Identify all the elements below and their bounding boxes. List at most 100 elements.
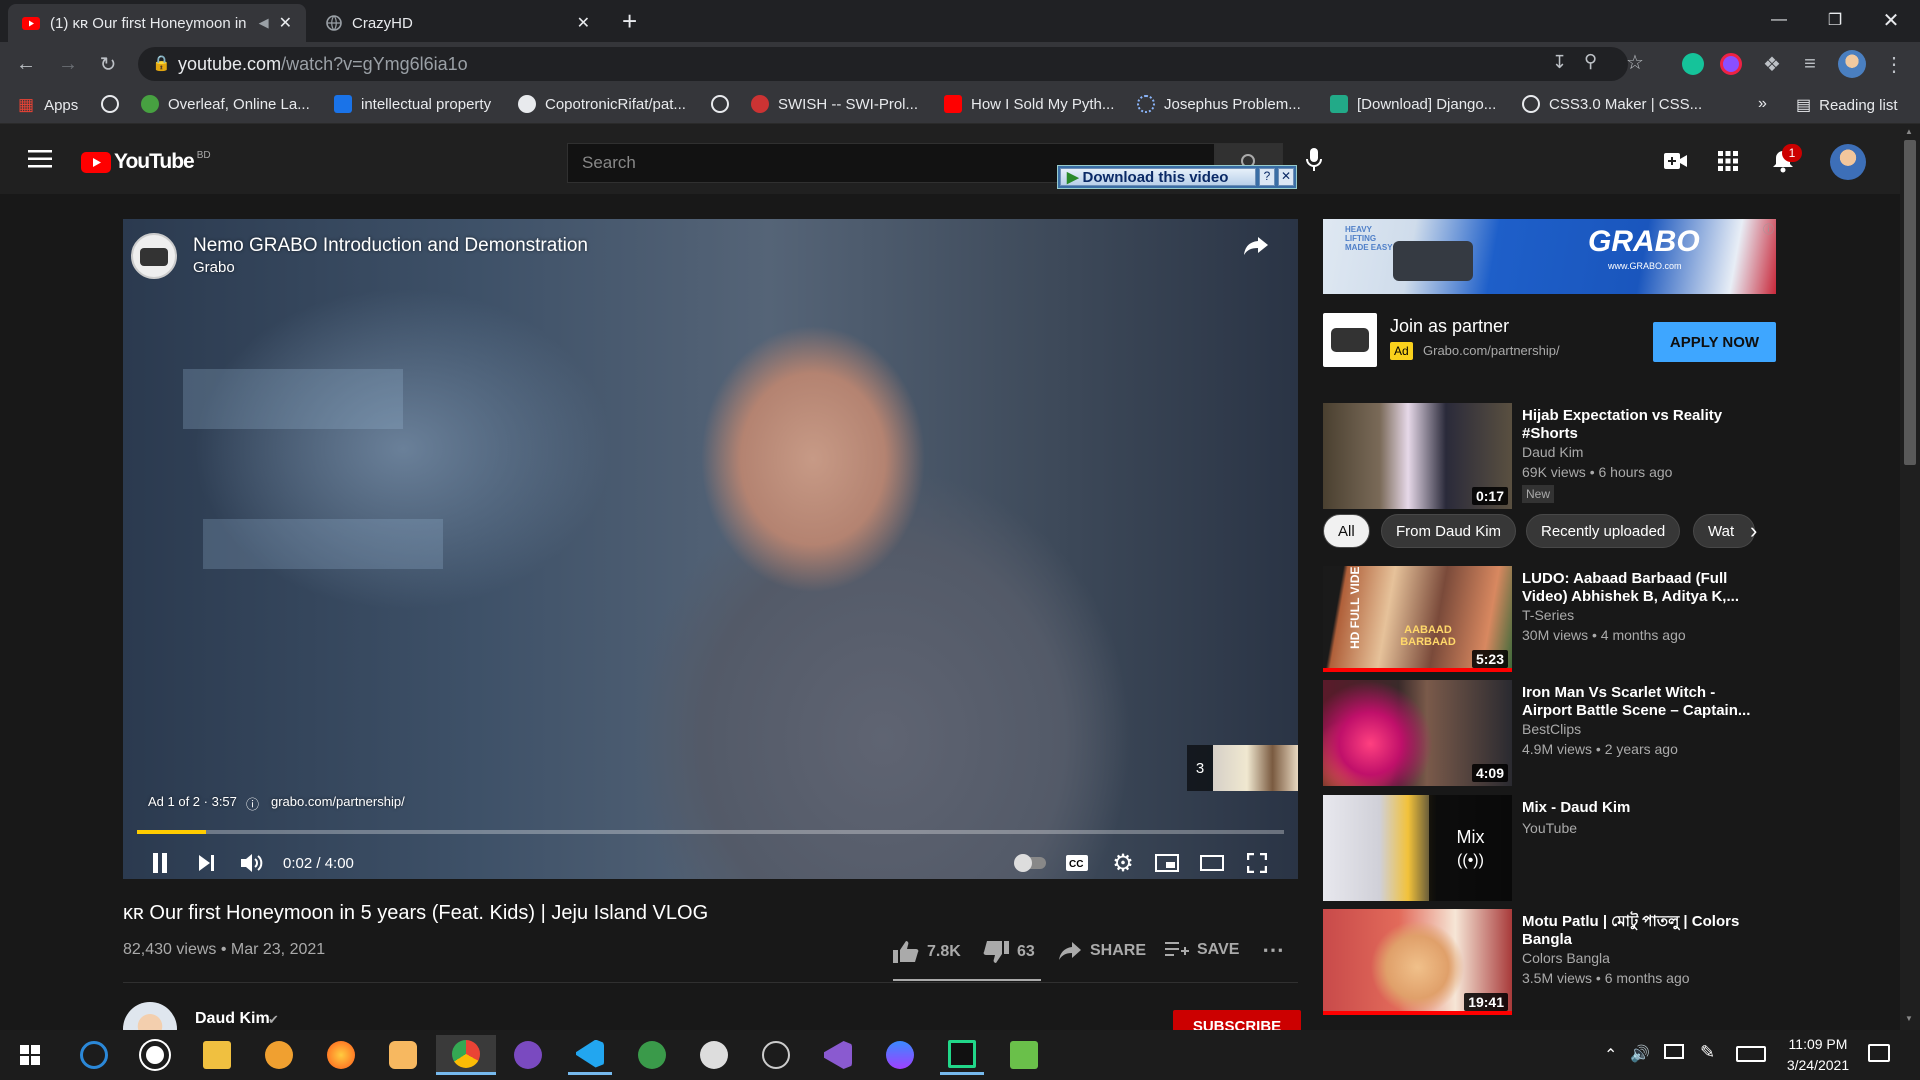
vscode-icon[interactable] xyxy=(568,1035,612,1075)
bookmark-apps[interactable]: ▦ Apps xyxy=(18,95,78,115)
bookmark-globe-2[interactable] xyxy=(711,95,738,113)
more-actions-icon[interactable]: ⋯ xyxy=(1262,937,1284,963)
bookmark-overleaf[interactable]: Overleaf, Online La... xyxy=(141,95,310,113)
new-tab-icon[interactable]: + xyxy=(622,6,637,37)
bookmark-star-icon[interactable]: ☆ xyxy=(1626,50,1644,75)
save-button[interactable]: SAVE xyxy=(1165,941,1239,959)
scroll-up-icon[interactable]: ▲ xyxy=(1905,127,1913,136)
bookmark-css[interactable]: CSS3.0 Maker | CSS... xyxy=(1522,95,1702,113)
download-video-button[interactable]: ▶ Download this video xyxy=(1060,168,1256,186)
chip-from-daud-kim[interactable]: From Daud Kim xyxy=(1381,514,1517,548)
bookmark-youtube[interactable]: How I Sold My Pyth... xyxy=(944,95,1114,113)
chip-watched[interactable]: Wat xyxy=(1693,514,1755,548)
brave-icon[interactable] xyxy=(257,1035,301,1075)
app-icon[interactable] xyxy=(1002,1035,1046,1075)
ad-link[interactable]: grabo.com/partnership/ xyxy=(271,794,405,809)
action-center-icon[interactable] xyxy=(1868,1044,1890,1062)
extension-icon[interactable] xyxy=(1720,53,1742,75)
next-button[interactable] xyxy=(189,845,225,879)
pause-button[interactable] xyxy=(142,845,178,879)
bookmark-django[interactable]: [Download] Django... xyxy=(1330,95,1496,113)
keyboard-icon[interactable] xyxy=(1736,1046,1766,1062)
ad-url[interactable]: Grabo.com/partnership/ xyxy=(1423,343,1560,358)
reading-list[interactable]: ▤ Reading list xyxy=(1796,95,1898,115)
close-window-icon[interactable]: ✕ xyxy=(1862,0,1920,40)
apps-grid-icon[interactable] xyxy=(1718,151,1738,171)
app-icon[interactable] xyxy=(630,1035,674,1075)
list-item[interactable]: HD FULL VIDEO AABAAD BARBAAD 5:23 LUDO: … xyxy=(1323,566,1783,674)
reload-icon[interactable]: ↻ xyxy=(94,50,122,78)
ad-headline[interactable]: Join as partner xyxy=(1390,316,1509,337)
dislike-button[interactable]: 63 xyxy=(983,941,1035,963)
network-icon[interactable] xyxy=(1664,1044,1684,1059)
share-arrow-icon[interactable] xyxy=(1243,235,1269,257)
puzzle-icon[interactable]: ❖ xyxy=(1758,50,1786,78)
show-hidden-icons[interactable]: ⌃ xyxy=(1604,1045,1617,1065)
create-video-icon[interactable] xyxy=(1664,153,1688,169)
firefox-icon[interactable] xyxy=(319,1035,363,1075)
channel-name[interactable]: Daud Kim xyxy=(195,1010,270,1028)
media-control-icon[interactable]: ≡ xyxy=(1796,50,1824,78)
user-avatar[interactable] xyxy=(1830,144,1866,180)
list-item[interactable]: Mix ((•)) Mix - Daud Kim YouTube xyxy=(1323,795,1783,903)
list-item[interactable]: 4:09 Iron Man Vs Scarlet Witch - Airport… xyxy=(1323,680,1783,788)
paint-app-icon[interactable] xyxy=(381,1035,425,1075)
grammarly-icon[interactable] xyxy=(1682,53,1704,75)
microphone-icon[interactable] xyxy=(1306,148,1322,172)
subscribe-button[interactable]: SUBSCRIBE xyxy=(1173,1010,1301,1030)
close-tab-icon[interactable]: ✕ xyxy=(279,13,292,33)
more-bookmarks-icon[interactable]: » xyxy=(1758,95,1767,113)
whatsapp-icon[interactable] xyxy=(133,1035,177,1075)
ad-queue-preview[interactable]: 3 xyxy=(1187,745,1298,791)
help-icon[interactable]: ? xyxy=(1259,168,1275,186)
video-player[interactable]: Nemo GRABO Introduction and Demonstratio… xyxy=(123,219,1298,879)
minimize-icon[interactable]: — xyxy=(1750,0,1808,40)
address-bar[interactable]: 🔒 youtube.com/watch?v=gYmg6l6ia1o ↧ ⚲ ☆ xyxy=(138,47,1644,81)
cortana-icon[interactable] xyxy=(72,1035,116,1075)
back-icon[interactable]: ← xyxy=(12,50,40,78)
bookmark-globe[interactable] xyxy=(101,95,128,113)
restore-icon[interactable]: ❐ xyxy=(1806,0,1864,40)
bookmark-swish[interactable]: SWISH -- SWI-Prol... xyxy=(751,95,918,113)
list-item[interactable]: 0:17 Hijab Expectation vs Reality #Short… xyxy=(1323,403,1783,511)
youtube-logo[interactable]: YouTube BD xyxy=(81,150,211,174)
app-icon[interactable] xyxy=(692,1035,736,1075)
ad-logo[interactable] xyxy=(1323,313,1377,367)
chrome-icon[interactable] xyxy=(436,1035,496,1075)
close-icon[interactable]: ✕ xyxy=(1278,168,1294,186)
ad-channel[interactable]: Grabo xyxy=(193,259,235,276)
menu-kebab-icon[interactable]: ⋮ xyxy=(1880,50,1908,78)
ad-title[interactable]: Nemo GRABO Introduction and Demonstratio… xyxy=(193,235,588,257)
forward-icon[interactable]: → xyxy=(54,50,82,78)
like-button[interactable]: 7.8K xyxy=(893,941,961,963)
info-icon[interactable]: ⓘ xyxy=(246,794,259,813)
captions-icon[interactable]: CC xyxy=(1059,845,1095,879)
page-scrollbar[interactable]: ▲ ▼ xyxy=(1900,124,1920,1030)
clock-date[interactable]: 3/24/2021 xyxy=(1778,1057,1858,1073)
pen-icon[interactable]: ✎ xyxy=(1700,1042,1715,1063)
fullscreen-icon[interactable] xyxy=(1239,845,1275,879)
tab-youtube[interactable]: (1) κʀ Our first Honeymoon in 5 years (F… xyxy=(8,4,306,42)
close-tab-icon[interactable]: ✕ xyxy=(577,13,590,33)
github-desktop-icon[interactable] xyxy=(506,1035,550,1075)
autoplay-toggle[interactable] xyxy=(1013,845,1049,879)
progress-bar[interactable] xyxy=(137,830,1284,834)
clock-time[interactable]: 11:09 PM xyxy=(1778,1036,1858,1052)
zoom-icon[interactable]: ⚲ xyxy=(1584,51,1597,72)
bookmark-ip[interactable]: intellectual property xyxy=(334,95,491,113)
ad-channel-avatar[interactable] xyxy=(131,233,177,279)
start-button[interactable] xyxy=(8,1035,52,1075)
share-button[interactable]: SHARE xyxy=(1058,941,1146,961)
chip-all[interactable]: All xyxy=(1323,514,1370,548)
bookmark-github[interactable]: CopotronicRifat/pat... xyxy=(518,95,686,113)
chevron-right-icon[interactable]: › xyxy=(1750,518,1757,544)
chip-recently-uploaded[interactable]: Recently uploaded xyxy=(1526,514,1681,548)
pycharm-icon[interactable] xyxy=(940,1035,984,1075)
volume-icon[interactable]: 🔊 xyxy=(1630,1044,1650,1064)
install-icon[interactable]: ↧ xyxy=(1552,52,1567,73)
theater-mode-icon[interactable] xyxy=(1194,845,1230,879)
app-icon[interactable] xyxy=(754,1035,798,1075)
miniplayer-icon[interactable] xyxy=(1149,845,1185,879)
hamburger-menu-icon[interactable] xyxy=(28,150,52,168)
volume-button[interactable] xyxy=(235,845,271,879)
